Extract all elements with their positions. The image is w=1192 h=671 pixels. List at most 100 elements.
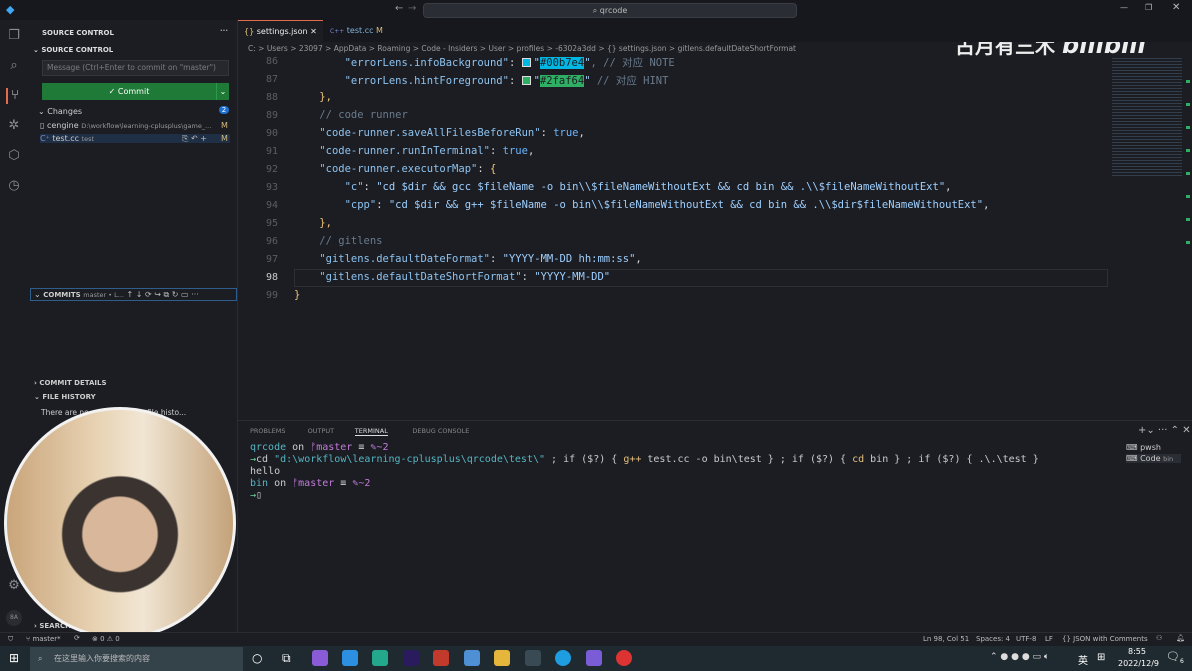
panel-tab-problems[interactable]: PROBLEMS: [250, 427, 285, 435]
line-number: 99: [265, 290, 278, 301]
file-path: D:\workflow\learning-cplusplus\game_...: [81, 122, 212, 130]
indentation[interactable]: Spaces: 4: [976, 635, 1010, 643]
close-window-icon[interactable]: ✕: [1172, 2, 1180, 13]
branch-name: master*: [32, 635, 61, 643]
terminal-token: ; if ($?) {: [545, 454, 624, 465]
vscode-icon[interactable]: [342, 650, 358, 666]
terminal-icon[interactable]: [525, 650, 541, 666]
app-icon[interactable]: [586, 650, 602, 666]
tab-settings-json[interactable]: {} settings.json ✕: [238, 20, 323, 42]
code-token: #2faf64: [539, 75, 585, 87]
line-number: 87: [265, 74, 278, 85]
maximize-icon[interactable]: ❐: [1145, 3, 1152, 12]
terminal-list: ⌨ pwsh ⌨ Code bin: [1126, 443, 1182, 463]
commit-message-input[interactable]: Message (Ctrl+Enter to commit on "master…: [42, 60, 229, 76]
account-badge[interactable]: 8A: [6, 610, 22, 626]
open-file-icon[interactable]: ⎘: [182, 134, 188, 143]
commit-details-section[interactable]: › COMMIT DETAILS: [34, 379, 107, 387]
vscode-insiders-icon[interactable]: [372, 650, 388, 666]
branch-indicator[interactable]: ⑂ master*: [26, 635, 61, 643]
section-source-control[interactable]: ⌄ SOURCE CONTROL: [33, 46, 113, 54]
search-icon[interactable]: ⌕: [6, 58, 22, 74]
file-actions[interactable]: ⎘ ↶ +: [182, 134, 207, 144]
ime-indicator[interactable]: 英: [1078, 652, 1088, 667]
explorer-icon[interactable]: ❐: [6, 28, 22, 44]
remote-icon[interactable]: ◷: [6, 178, 22, 194]
file-history-section[interactable]: ⌄ FILE HISTORY: [34, 393, 96, 401]
premiere-icon[interactable]: [403, 650, 419, 666]
commit-button[interactable]: ✓ Commit: [42, 83, 216, 100]
cortana-icon[interactable]: ○: [252, 651, 262, 665]
cursor-position[interactable]: Ln 98, Col 51: [923, 635, 969, 643]
list-item[interactable]: ▯ cengine D:\workflow\learning-cplusplus…: [40, 121, 211, 130]
code-token: "code-runner.runInTerminal": [319, 145, 490, 157]
action-center-icon[interactable]: 🗨︎6: [1166, 650, 1184, 665]
tab-test-cc[interactable]: C++ test.cc M: [324, 20, 389, 42]
file-status: M: [221, 121, 228, 130]
breadcrumb[interactable]: C: > Users > 23097 > AppData > Roaming >…: [248, 44, 796, 53]
code-token: "YYYY-MM-DD hh:mm:ss": [502, 253, 636, 265]
editor-tabs: {} settings.json ✕ C++ test.cc M: [238, 20, 1192, 42]
source-control-icon[interactable]: ⑂: [6, 88, 22, 104]
encoding[interactable]: UTF-8: [1016, 635, 1036, 643]
line-ending[interactable]: LF: [1045, 635, 1053, 643]
edge-icon[interactable]: [555, 650, 571, 666]
sync-icon[interactable]: ⟳: [74, 634, 80, 642]
remote-shield-icon[interactable]: ⛉: [8, 635, 13, 644]
panel-tab-terminal[interactable]: TERMINAL: [354, 427, 388, 436]
terminal-token: bin: [250, 478, 269, 489]
code-line: },: [294, 91, 332, 103]
code-token: :: [508, 75, 522, 87]
terminal-label: pwsh: [1140, 443, 1161, 452]
code-token: ,: [578, 127, 585, 139]
record-icon[interactable]: [616, 650, 632, 666]
minimap[interactable]: [1112, 56, 1182, 176]
task-view-icon[interactable]: ⧉: [282, 651, 291, 666]
app-icon[interactable]: [464, 650, 480, 666]
code-token: // 对应 HINT: [590, 75, 669, 87]
commits-section-header[interactable]: ⌄ COMMITS master • L... ↑ ↓ ⟳ ↪ ⧉ ↻ ▭ ··…: [30, 288, 237, 301]
notifications-icon[interactable]: 🔔︎: [1176, 634, 1185, 642]
panel-tab-output[interactable]: OUTPUT: [308, 427, 335, 435]
tray-icons[interactable]: ⌃ ● ● ● ▭ 🔈︎: [990, 652, 1049, 662]
panel-actions[interactable]: +⌄ ··· ⌃ ✕: [1138, 425, 1191, 436]
input-method-icon[interactable]: ⊞: [1097, 652, 1105, 663]
code-token: // gitlens: [294, 235, 383, 247]
minimize-icon[interactable]: —: [1120, 3, 1128, 12]
more-actions-icon[interactable]: ···: [220, 27, 228, 35]
back-icon[interactable]: ←: [395, 3, 403, 14]
code-token: ,: [945, 181, 952, 193]
file-explorer-icon[interactable]: [494, 650, 510, 666]
code-editor[interactable]: 86 "errorLens.infoBackground": "#00b7e4"…: [238, 56, 1108, 416]
code-token: :: [489, 145, 503, 157]
terminal-item-pwsh[interactable]: ⌨ pwsh: [1126, 443, 1181, 452]
terminal-token: qrcode: [250, 442, 287, 453]
panel-tab-debug-console[interactable]: DEBUG CONSOLE: [412, 427, 469, 435]
changes-count-badge: 2: [219, 106, 229, 114]
stage-icon[interactable]: +: [200, 134, 207, 143]
command-center-search[interactable]: ⌕ qrcode: [423, 3, 797, 18]
debug-icon[interactable]: ✲: [6, 118, 22, 134]
problems-indicator[interactable]: ⊗ 0 ⚠ 0: [92, 635, 120, 643]
terminal-token: hello: [250, 466, 281, 477]
changes-group[interactable]: ⌄ Changes: [38, 107, 82, 116]
app-icon[interactable]: [433, 650, 449, 666]
language-mode[interactable]: {} JSON with Comments: [1062, 635, 1148, 643]
forward-icon[interactable]: →: [408, 3, 416, 14]
taskbar-search-input[interactable]: ⌕ 在这里输入你要搜索的内容: [30, 647, 243, 671]
close-tab-icon[interactable]: ✕: [310, 27, 317, 36]
terminal-token: ▯: [256, 490, 263, 501]
visual-studio-icon[interactable]: [312, 650, 328, 666]
commit-dropdown-button[interactable]: ⌄: [216, 83, 229, 100]
section-label: SOURCE CONTROL: [41, 46, 114, 54]
accounts-icon[interactable]: ⚇: [1156, 634, 1162, 642]
clock-time[interactable]: 8:55: [1128, 647, 1146, 656]
terminal-token: "d:\workflow\learning-cplusplus\qrcode\t…: [274, 454, 546, 465]
overview-ruler[interactable]: [1186, 60, 1190, 260]
windows-start-icon[interactable]: ⊞: [9, 651, 19, 665]
discard-icon[interactable]: ↶: [191, 134, 198, 143]
clock-date[interactable]: 2022/12/9: [1118, 659, 1159, 668]
terminal-item-code[interactable]: ⌨ Code bin: [1126, 454, 1182, 463]
extensions-icon[interactable]: ⬡: [6, 148, 22, 164]
